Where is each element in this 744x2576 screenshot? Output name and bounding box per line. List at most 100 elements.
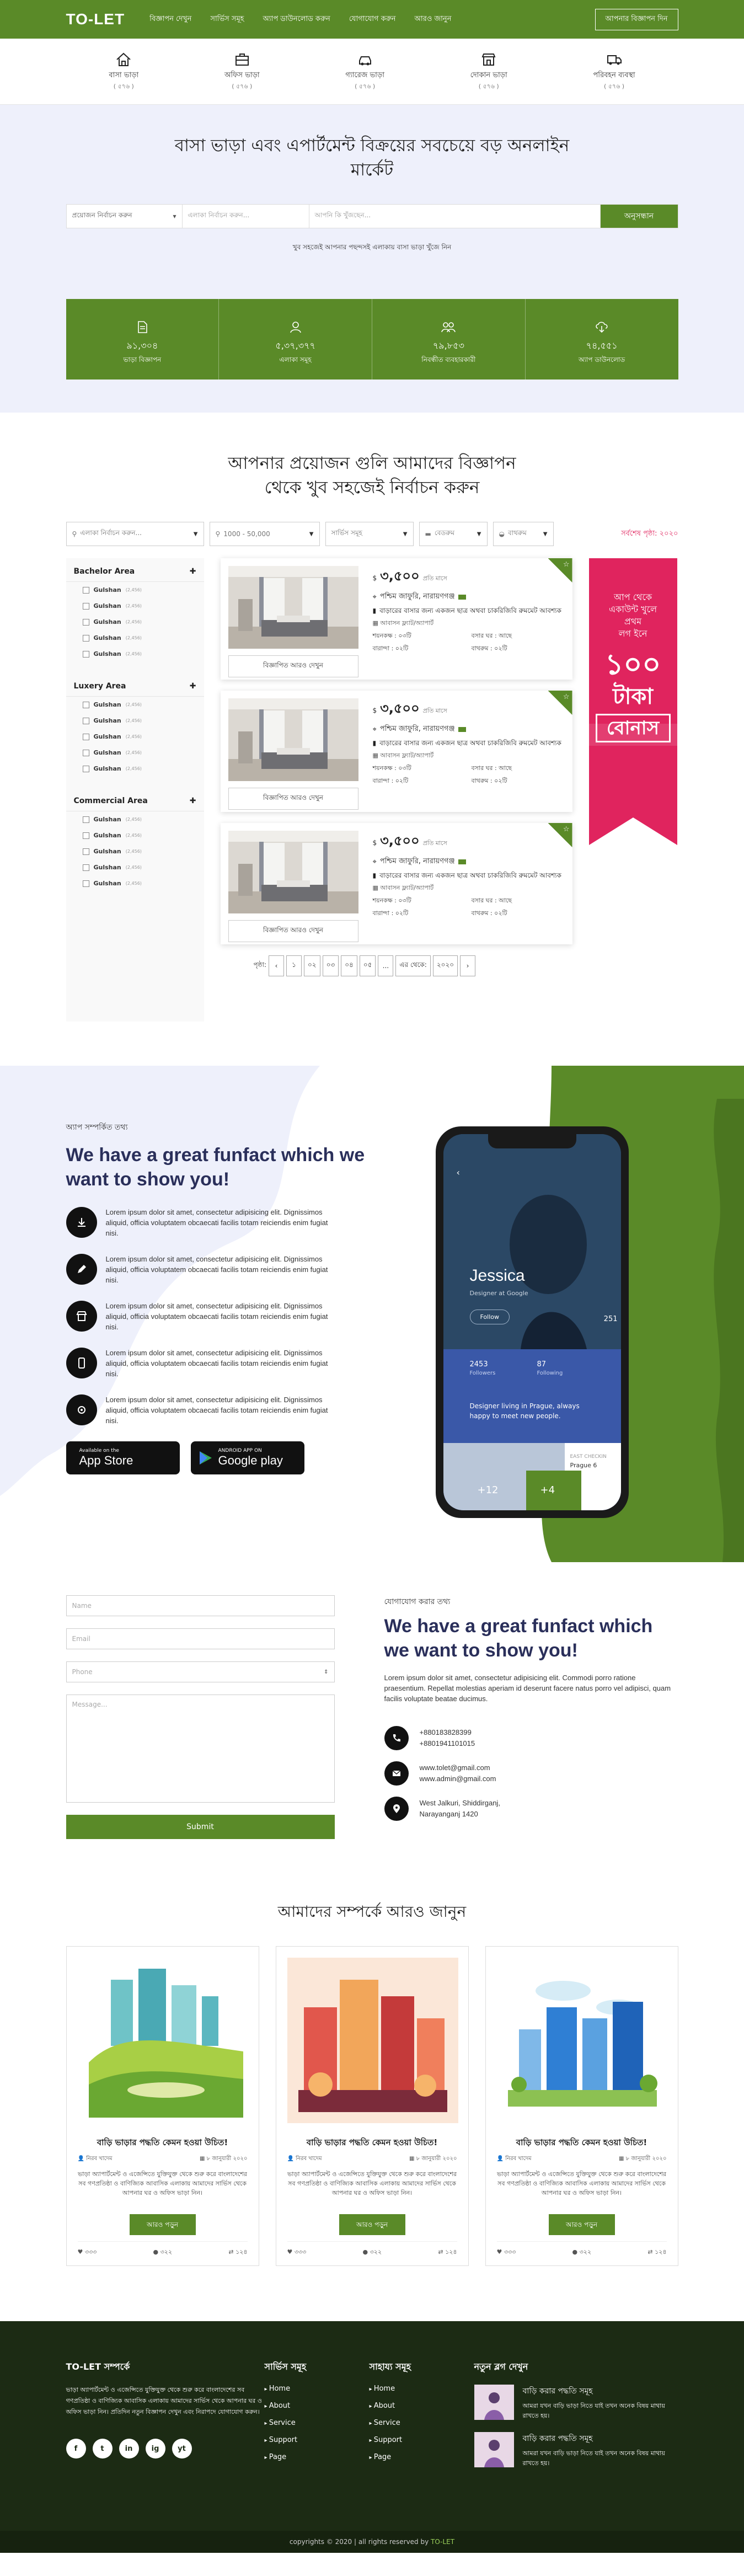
checkbox[interactable] <box>82 765 89 772</box>
checkbox[interactable] <box>82 717 89 724</box>
listing-card[interactable]: বিজ্ঞাপিত আরও দেখুন $৩,৫০০ প্রতি মাসে ⌖ পশ্চ… <box>220 691 572 812</box>
checkbox[interactable] <box>82 848 89 855</box>
submit-button[interactable]: Submit <box>66 1815 335 1839</box>
property-photo[interactable] <box>228 831 358 913</box>
category-office[interactable]: অফিস ভাড়া ( ৫৭৬ ) <box>224 51 260 92</box>
nav-services[interactable]: সার্ভিস সমূহ <box>210 14 244 25</box>
footer-post[interactable]: বাড়ি করার পদ্ধতি সমূহ আমরা যখন বাড়ি ভাড… <box>474 2432 678 2468</box>
like-action[interactable]: ♥ ৩৩৩ <box>78 2247 97 2258</box>
logo[interactable]: TO-LET <box>66 10 125 28</box>
checkbox[interactable] <box>82 832 89 839</box>
category-house[interactable]: বাসা ভাড়া ( ৫৭৬ ) <box>109 51 138 92</box>
details-button[interactable]: বিজ্ঞাপিত আরও দেখুন <box>228 788 358 810</box>
area-group-header[interactable]: Bachelor Area ✚ <box>66 558 204 582</box>
area-filter[interactable]: ⚲ এলাকা নির্বাচন করুন... ▼ <box>66 522 204 546</box>
category-transport[interactable]: পরিবহন ব্যবস্থা ( ৫৭৬ ) <box>593 51 635 92</box>
checkbox[interactable] <box>82 733 89 740</box>
comment-action[interactable]: ● ৩২২ <box>153 2247 173 2258</box>
footer-link[interactable]: Page <box>265 2453 370 2461</box>
area-item[interactable]: Gulshan (2,456) <box>66 859 204 875</box>
footer-link[interactable]: Page <box>370 2453 474 2461</box>
checkbox[interactable] <box>82 634 89 642</box>
blog-post-title[interactable]: বাড়ি ভাড়ার পদ্ধতি কেমন হওয়া উচিত! <box>497 2136 667 2150</box>
checkbox[interactable] <box>82 618 89 626</box>
bathroom-filter[interactable]: ◒ বাথরুম ▼ <box>493 522 554 546</box>
google-play-button[interactable]: ANDROID APP ON Google play <box>190 1441 304 1474</box>
nav-contact[interactable]: যোগাযোগ করুন <box>349 14 396 25</box>
email-2[interactable]: www.admin@gmail.com <box>420 1773 496 1784</box>
area-item[interactable]: Gulshan (2,456) <box>66 729 204 745</box>
page-link[interactable]: ০৩ <box>322 955 339 976</box>
instagram-icon[interactable]: ig <box>145 2439 165 2459</box>
search-button[interactable]: অনুসন্ধান <box>600 205 678 228</box>
blog-post-title[interactable]: বাড়ি ভাড়ার পদ্ধতি কেমন হওয়া উচিত! <box>287 2136 457 2150</box>
page-link[interactable]: › <box>460 955 476 976</box>
name-field[interactable]: Name <box>66 1595 335 1616</box>
linkedin-icon[interactable]: in <box>119 2439 139 2459</box>
checkbox[interactable] <box>82 701 89 708</box>
footer-link[interactable]: About <box>370 2402 474 2410</box>
footer-link[interactable]: Service <box>370 2419 474 2427</box>
service-filter[interactable]: সার্ভিস সমূহ ▼ <box>325 522 414 546</box>
bonus-ad-banner[interactable]: আপ থেকে একাউন্ট খুলে প্রথম লগ ইনে ১০০ টা… <box>588 558 677 845</box>
area-item[interactable]: Gulshan (2,456) <box>66 811 204 827</box>
twitter-icon[interactable]: t <box>92 2439 113 2459</box>
checkbox[interactable] <box>82 602 89 610</box>
copyright-brand[interactable]: TO-LET <box>431 2538 454 2546</box>
phone-2[interactable]: +8801941101015 <box>420 1738 475 1749</box>
facebook-icon[interactable]: f <box>66 2439 86 2459</box>
location-input[interactable]: এলাকা নির্বাচন করুন... <box>183 205 309 228</box>
footer-post[interactable]: বাড়ি করার পদ্ধতি সমূহ আমরা যখন বাড়ি ভাড… <box>474 2385 678 2421</box>
footer-link[interactable]: Service <box>265 2419 370 2427</box>
page-link[interactable]: ... <box>378 955 394 976</box>
stepper-icon[interactable]: ⇕ <box>324 1669 328 1675</box>
category-shop[interactable]: দোকান ভাড়া ( ৫৭৬ ) <box>470 51 507 92</box>
area-item[interactable]: Gulshan (2,456) <box>66 582 204 598</box>
area-group-header[interactable]: Luxery Area ✚ <box>66 673 204 697</box>
youtube-icon[interactable]: yt <box>172 2439 192 2459</box>
area-item[interactable]: Gulshan (2,456) <box>66 697 204 713</box>
checkbox[interactable] <box>82 650 89 658</box>
like-action[interactable]: ♥ ৩৩৩ <box>287 2247 307 2258</box>
footer-link[interactable]: Support <box>265 2436 370 2444</box>
post-ad-button[interactable]: আপনার বিজ্ঞাপন দিন <box>595 8 678 30</box>
follow-button[interactable]: Follow <box>469 1310 510 1324</box>
area-group-header[interactable]: Commercial Area ✚ <box>66 788 204 811</box>
details-button[interactable]: বিজ্ঞাপিত আরও দেখুন <box>228 920 358 942</box>
page-link[interactable]: ২০২০ <box>432 955 458 976</box>
area-item[interactable]: Gulshan (2,456) <box>66 843 204 859</box>
app-store-button[interactable]: Available on the App Store <box>66 1441 180 1474</box>
bedroom-filter[interactable]: ▬ বেডরুম ▼ <box>419 522 488 546</box>
footer-link[interactable]: Support <box>370 2436 474 2444</box>
comment-action[interactable]: ● ৩২২ <box>363 2247 382 2258</box>
phone-1[interactable]: +880183828399 <box>420 1727 475 1738</box>
area-item[interactable]: Gulshan (2,456) <box>66 598 204 614</box>
checkbox[interactable] <box>82 816 89 823</box>
back-icon[interactable]: ‹ <box>457 1167 460 1178</box>
area-item[interactable]: Gulshan (2,456) <box>66 646 204 662</box>
comment-action[interactable]: ● ৩২২ <box>572 2247 592 2258</box>
listing-card[interactable]: বিজ্ঞাপিত আরও দেখুন $৩,৫০০ প্রতি মাসে ⌖ পশ্চ… <box>220 558 572 680</box>
page-link[interactable]: ১ <box>286 955 302 976</box>
page-link[interactable]: ‹ <box>269 955 284 976</box>
checkbox[interactable] <box>82 586 89 594</box>
nav-more[interactable]: আরও জানুন <box>415 14 452 25</box>
need-select[interactable]: প্রয়োজন নির্বাচন করুন ▾ <box>67 205 183 228</box>
like-action[interactable]: ♥ ৩৩৩ <box>497 2247 516 2258</box>
page-link[interactable]: ০২ <box>304 955 320 976</box>
footer-link[interactable]: Home <box>265 2385 370 2393</box>
category-garage[interactable]: গ্যারেজ ভাড়া ( ৫৭৬ ) <box>345 51 384 92</box>
read-more-button[interactable]: আরও পড়ুন <box>339 2214 405 2235</box>
property-photo[interactable] <box>228 566 358 649</box>
read-more-button[interactable]: আরও পড়ুন <box>129 2214 196 2235</box>
area-item[interactable]: Gulshan (2,456) <box>66 761 204 777</box>
share-action[interactable]: ⇄ ১২৪ <box>647 2247 666 2258</box>
checkbox[interactable] <box>82 880 89 887</box>
details-button[interactable]: বিজ্ঞাপিত আরও দেখুন <box>228 655 358 677</box>
footer-link[interactable]: Home <box>370 2385 474 2393</box>
page-link[interactable]: ০৫ <box>359 955 376 976</box>
read-more-button[interactable]: আরও পড়ুন <box>548 2214 615 2235</box>
share-action[interactable]: ⇄ ১২৪ <box>228 2247 247 2258</box>
checkbox[interactable] <box>82 749 89 756</box>
blog-post-title[interactable]: বাড়ি ভাড়ার পদ্ধতি কেমন হওয়া উচিত! <box>78 2136 248 2150</box>
